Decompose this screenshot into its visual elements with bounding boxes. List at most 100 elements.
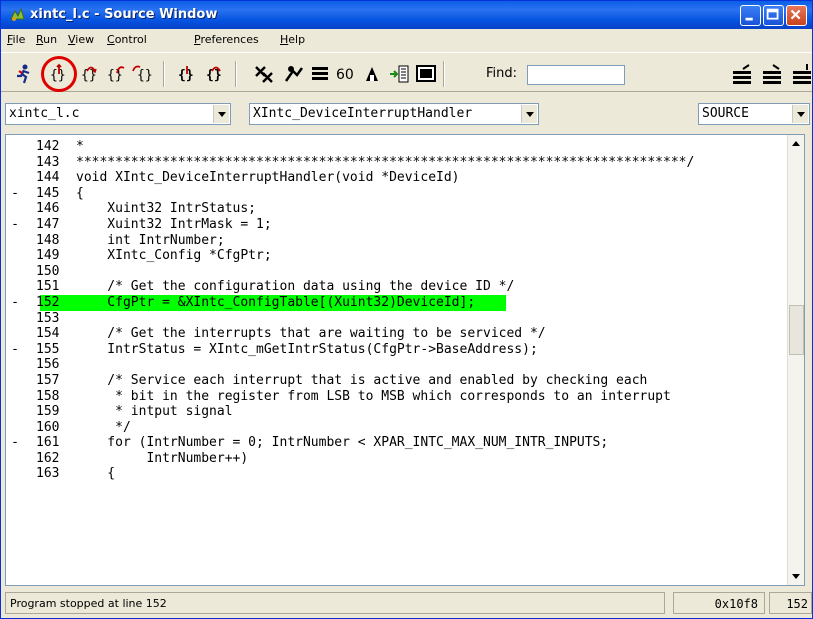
memory-button[interactable]	[283, 63, 305, 85]
line-number: 163	[36, 466, 60, 482]
close-button[interactable]	[786, 5, 807, 26]
minimize-button[interactable]	[740, 5, 761, 26]
source-line[interactable]: 157 /* Service each interrupt that is ac…	[6, 373, 790, 389]
next-asm-button[interactable]: {}	[205, 63, 227, 85]
continue-button[interactable]: {}	[131, 63, 153, 85]
source-code[interactable]: 142 * 143 *********************************…	[6, 139, 790, 585]
breakpoints-button[interactable]	[388, 63, 410, 85]
locals-button[interactable]	[361, 63, 383, 85]
source-line[interactable]: 149 XIntc_Config *CfgPtr;	[6, 248, 790, 264]
source-line[interactable]: 143 *************************************…	[6, 155, 790, 171]
chevron-down-icon[interactable]	[792, 105, 808, 123]
line-code: {	[76, 466, 116, 482]
svg-text:{}: {}	[107, 68, 123, 83]
go-down-stack-button[interactable]	[761, 63, 783, 85]
source-line[interactable]: 158 * bit in the register from LSB to MS…	[6, 389, 790, 405]
line-number: 158	[36, 388, 60, 404]
status-line: 152	[786, 597, 808, 611]
status-line-cell: 152	[769, 592, 812, 614]
breakpoint-marker[interactable]: -	[8, 186, 22, 202]
source-line[interactable]: -161 for (IntrNumber = 0; IntrNumber < X…	[6, 435, 790, 451]
mode-selector[interactable]: SOURCE	[698, 103, 810, 125]
go-up-stack-button[interactable]	[731, 63, 753, 85]
breakpoint-marker[interactable]: -	[8, 217, 22, 233]
line-code: XIntc_Config *CfgPtr;	[76, 248, 272, 264]
breakpoint-marker[interactable]: -	[8, 295, 22, 311]
file-selector-value: xintc_l.c	[9, 106, 80, 121]
line-code: /* Get the configuration data using the …	[76, 279, 515, 295]
next-button[interactable]: {}	[79, 63, 101, 85]
menu-file[interactable]: File	[7, 33, 25, 46]
source-line[interactable]: 146 Xuint32 IntrStatus;	[6, 201, 790, 217]
breakpoint-marker[interactable]: -	[8, 435, 22, 451]
source-pane[interactable]: 142 * 143 *********************************…	[5, 134, 805, 586]
minimize-icon	[745, 17, 753, 21]
menu-view-label: iew	[75, 33, 95, 46]
menu-file-label: ile	[12, 33, 26, 46]
source-line[interactable]: 163 {	[6, 466, 790, 482]
status-bar: Program stopped at line 152 0x10f8 152	[1, 589, 812, 618]
step-asm-button[interactable]: {}	[177, 63, 199, 85]
line-number: 152	[36, 294, 60, 310]
line-code: */	[76, 419, 131, 435]
source-line[interactable]: 156	[6, 357, 790, 373]
watch-expressions-icon: 60	[336, 67, 354, 83]
title-bar[interactable]: xintc_l.c - Source Window	[1, 1, 812, 29]
source-line[interactable]: 160 */	[6, 420, 790, 436]
scroll-thumb[interactable]	[789, 305, 804, 355]
line-number: 147	[36, 216, 60, 232]
status-message: Program stopped at line 152	[10, 597, 167, 610]
line-code: IntrStatus = XIntc_mGetIntrStatus(CfgPtr…	[76, 341, 538, 357]
insight-app-icon	[10, 7, 25, 21]
file-selector[interactable]: xintc_l.c	[5, 103, 231, 125]
line-number: 146	[36, 201, 60, 217]
close-icon	[790, 9, 801, 20]
svg-text:60: 60	[336, 67, 354, 83]
menu-view[interactable]: View	[68, 33, 94, 46]
menu-preferences[interactable]: Preferences	[194, 33, 259, 46]
stack-bottom-icon	[793, 64, 811, 84]
source-line[interactable]: 162 IntrNumber++)	[6, 451, 790, 467]
next-icon: {}	[81, 66, 97, 83]
menu-control[interactable]: Control	[107, 33, 147, 46]
go-to-bottom-stack-button[interactable]	[791, 63, 811, 85]
menu-run[interactable]: Run	[36, 33, 57, 46]
status-address: 0x10f8	[714, 597, 758, 611]
line-number: 143	[36, 154, 60, 170]
breakpoints-icon	[390, 65, 409, 83]
line-code: IntrNumber++)	[76, 450, 249, 466]
registers-button[interactable]	[253, 63, 275, 85]
source-line[interactable]: 153	[6, 311, 790, 327]
find-input[interactable]	[527, 65, 625, 85]
source-line[interactable]: 150	[6, 264, 790, 280]
chevron-down-icon[interactable]	[213, 105, 229, 123]
watch-button[interactable]: 60	[335, 63, 357, 85]
source-line[interactable]: 148 int IntrNumber;	[6, 233, 790, 249]
scroll-down-button[interactable]	[788, 568, 804, 585]
scroll-up-button[interactable]	[788, 135, 804, 152]
line-code: ****************************************…	[76, 154, 695, 170]
source-line[interactable]: 151 /* Get the configuration data using …	[6, 279, 790, 295]
menu-help[interactable]: Help	[280, 33, 305, 46]
line-code: int IntrNumber;	[76, 232, 225, 248]
step-asm-icon: {}	[178, 66, 194, 83]
line-code: Xuint32 IntrMask = 1;	[76, 216, 272, 232]
source-line[interactable]: 144 void XIntc_DeviceInterruptHandler(voi…	[6, 170, 790, 186]
source-line[interactable]: -155 IntrStatus = XIntc_mGetIntrStatus(C…	[6, 342, 790, 358]
source-line[interactable]: 154 /* Get the interrupts that are waiti…	[6, 326, 790, 342]
console-button[interactable]	[415, 63, 437, 85]
maximize-button[interactable]	[763, 5, 784, 26]
breakpoint-marker[interactable]: -	[8, 342, 22, 358]
source-line[interactable]: 142 *	[6, 139, 790, 155]
line-number: 155	[36, 341, 60, 357]
stack-button[interactable]	[309, 63, 331, 85]
source-line[interactable]: -147 Xuint32 IntrMask = 1;	[6, 217, 790, 233]
source-line[interactable]: -145 {	[6, 186, 790, 202]
function-selector[interactable]: XIntc_DeviceInterruptHandler	[249, 103, 539, 125]
finish-button[interactable]: {}	[105, 63, 127, 85]
source-line[interactable]: -152 CfgPtr = &XIntc_ConfigTable[(Xuint3…	[6, 294, 790, 311]
vertical-scrollbar[interactable]	[787, 135, 804, 585]
chevron-down-icon[interactable]	[521, 105, 537, 123]
run-button[interactable]	[13, 63, 35, 85]
source-line[interactable]: 159 * intput signal	[6, 404, 790, 420]
